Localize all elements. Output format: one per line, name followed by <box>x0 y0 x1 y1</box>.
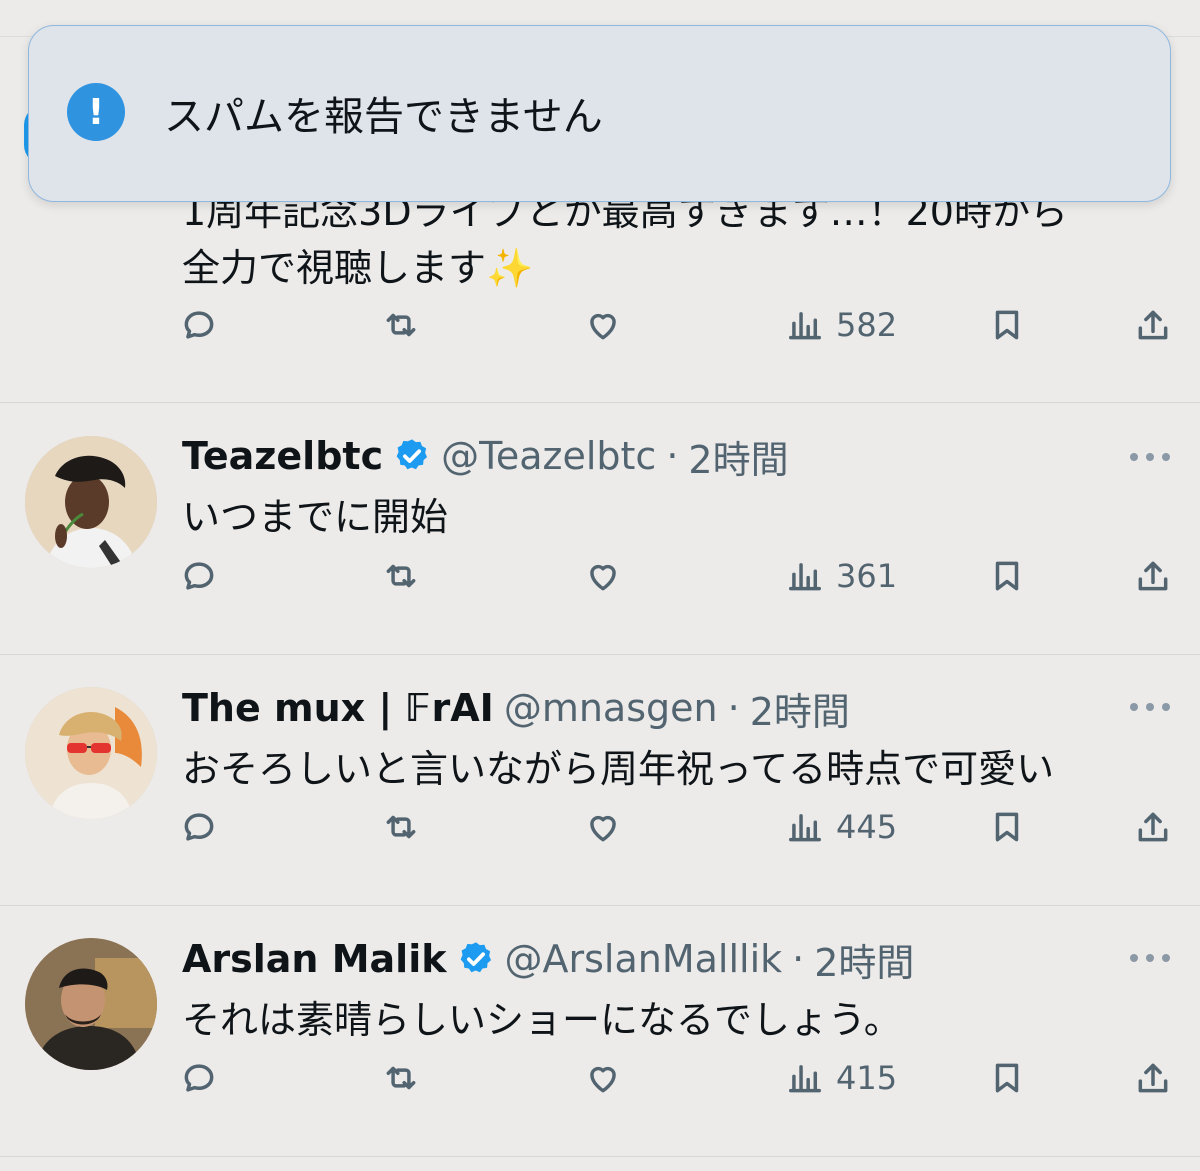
reply-button[interactable] <box>180 557 218 595</box>
like-icon <box>590 815 616 842</box>
tweet-header: Teazelbtc @Teazelbtc · 2時間 <box>182 429 789 484</box>
reply-icon <box>184 311 214 339</box>
tweet-actions: 361 <box>0 557 1200 617</box>
handle[interactable]: @mnasgen <box>504 686 718 730</box>
like-icon <box>590 1066 616 1093</box>
tweet-text: おそろしいと言いながら周年祝ってる時点で可愛い <box>182 747 1055 791</box>
views-button[interactable]: 415 <box>786 1059 897 1097</box>
tweet-header: The mux | 𝔽rAI @mnasgen · 2時間 <box>182 681 850 736</box>
share-icon <box>1138 812 1168 842</box>
views-icon <box>789 814 821 842</box>
reply-button[interactable] <box>180 808 218 846</box>
reply-button[interactable] <box>180 1059 218 1097</box>
share-button[interactable] <box>1134 557 1172 595</box>
more-icon[interactable] <box>1130 701 1170 713</box>
share-icon <box>1138 310 1168 340</box>
more-icon[interactable] <box>1130 952 1170 964</box>
timestamp[interactable]: 2時間 <box>688 429 788 484</box>
timestamp[interactable]: 2時間 <box>750 681 850 736</box>
bookmark-button[interactable] <box>988 1059 1026 1097</box>
bookmark-icon <box>995 561 1019 591</box>
retweet-button[interactable] <box>382 557 420 595</box>
views-count: 415 <box>836 1059 898 1097</box>
error-toast[interactable]: ! スパムを報告できません <box>28 25 1171 202</box>
share-icon <box>1138 1063 1168 1093</box>
bookmark-button[interactable] <box>988 306 1026 344</box>
like-icon <box>590 564 616 591</box>
views-button[interactable]: 445 <box>786 808 897 846</box>
tweet-actions: 582 <box>0 306 1200 366</box>
separator: · <box>727 686 740 730</box>
verified-icon <box>460 942 491 973</box>
retweet-icon <box>386 313 416 337</box>
share-button[interactable] <box>1134 808 1172 846</box>
retweet-icon <box>386 815 416 839</box>
divider <box>0 402 1200 403</box>
verified-icon <box>396 439 428 470</box>
avatar[interactable] <box>25 938 157 1070</box>
tweet-actions: 445 <box>0 808 1200 868</box>
tweet-text: いつまでに開始 <box>182 495 449 539</box>
divider <box>0 905 1200 906</box>
retweet-icon <box>386 564 416 588</box>
share-button[interactable] <box>1134 1059 1172 1097</box>
like-button[interactable] <box>584 808 622 846</box>
views-count: 582 <box>836 306 898 344</box>
separator: · <box>666 434 679 478</box>
retweet-icon <box>386 1066 416 1090</box>
divider <box>0 1156 1200 1157</box>
bookmark-button[interactable] <box>988 808 1026 846</box>
reply-icon <box>184 813 214 841</box>
toast-message: スパムを報告できません <box>164 94 603 140</box>
like-button[interactable] <box>584 306 622 344</box>
timestamp[interactable]: 2時間 <box>814 932 914 987</box>
share-icon <box>1138 561 1168 591</box>
tweet-text-line-2: 全力で視聴します✨ <box>182 246 534 290</box>
views-count: 445 <box>836 808 898 846</box>
retweet-button[interactable] <box>382 306 420 344</box>
reply-button[interactable] <box>180 306 218 344</box>
handle[interactable]: @Teazelbtc <box>441 434 656 478</box>
display-name[interactable]: Teazelbtc <box>182 434 383 478</box>
reply-icon <box>184 1064 214 1092</box>
share-button[interactable] <box>1134 306 1172 344</box>
avatar[interactable] <box>25 687 157 819</box>
views-icon <box>789 563 821 591</box>
views-button[interactable]: 582 <box>786 306 897 344</box>
bookmark-button[interactable] <box>988 557 1026 595</box>
reply-icon <box>184 562 214 590</box>
tweet-actions: 415 <box>0 1059 1200 1119</box>
tweet-text: それは素晴らしいショーになるでしょう。 <box>182 998 902 1042</box>
like-button[interactable] <box>584 557 622 595</box>
display-name[interactable]: The mux | 𝔽rAI <box>182 686 494 730</box>
display-name[interactable]: Arslan Malik <box>182 937 447 981</box>
divider <box>0 654 1200 655</box>
views-button[interactable]: 361 <box>786 557 897 595</box>
retweet-button[interactable] <box>382 808 420 846</box>
avatar[interactable] <box>25 436 157 568</box>
alert-icon: ! <box>67 83 125 141</box>
tweet-header: Arslan Malik @ArslanMalllik · 2時間 <box>182 932 914 987</box>
bookmark-icon <box>995 310 1019 340</box>
views-icon <box>789 312 821 340</box>
like-button[interactable] <box>584 1059 622 1097</box>
retweet-button[interactable] <box>382 1059 420 1097</box>
views-count: 361 <box>836 557 898 595</box>
separator: · <box>792 937 805 981</box>
views-icon <box>789 1065 821 1093</box>
like-icon <box>590 313 616 340</box>
bookmark-icon <box>995 1063 1019 1093</box>
bookmark-icon <box>995 812 1019 842</box>
handle[interactable]: @ArslanMalllik <box>505 937 783 981</box>
more-icon[interactable] <box>1130 451 1170 463</box>
